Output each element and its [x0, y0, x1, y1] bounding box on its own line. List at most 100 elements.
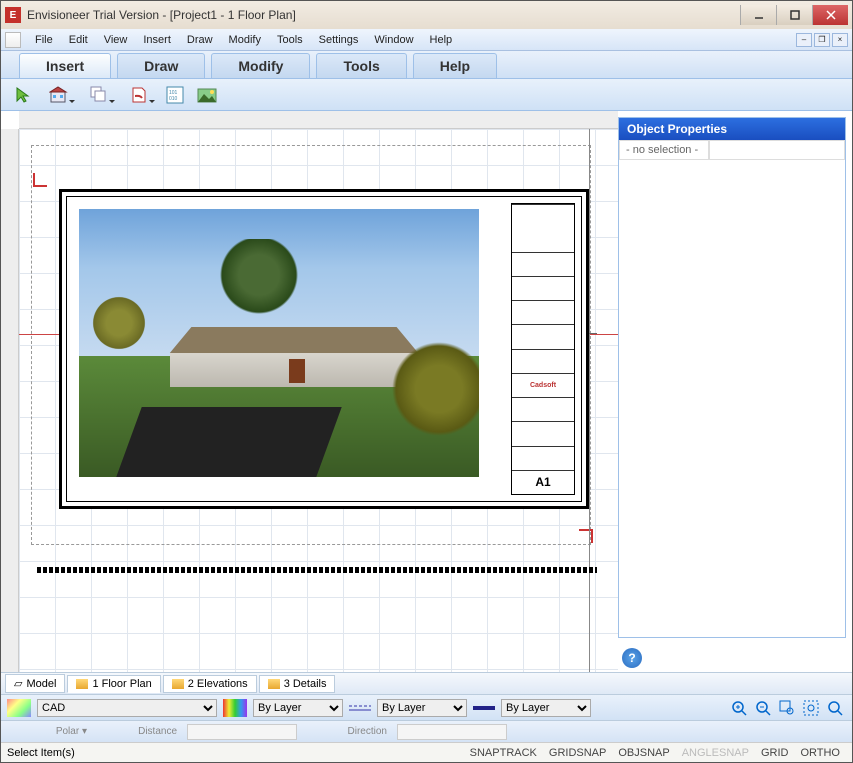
tree-icon [389, 329, 479, 449]
menu-edit[interactable]: Edit [61, 32, 96, 48]
statusbar: Select Item(s) SNAPTRACK GRIDSNAP OBJSNA… [1, 742, 852, 762]
menu-window[interactable]: Window [366, 32, 421, 48]
zoom-realtime-button[interactable] [824, 698, 846, 718]
polar-mode-label[interactable]: Polar ▾ [7, 726, 87, 737]
menu-insert[interactable]: Insert [135, 32, 179, 48]
color-swatch-icon[interactable] [223, 699, 247, 717]
tab-label: Model [26, 678, 56, 690]
menu-settings[interactable]: Settings [311, 32, 367, 48]
copy-tool[interactable] [81, 82, 117, 108]
menu-modify[interactable]: Modify [221, 32, 269, 48]
ruler-horizontal [19, 111, 618, 129]
window-title: Envisioneer Trial Version - [Project1 - … [27, 8, 740, 22]
pdf-tool[interactable] [121, 82, 157, 108]
titleblock-cell [512, 446, 574, 470]
maximize-button[interactable] [776, 5, 812, 25]
folder-icon [268, 679, 280, 689]
close-button[interactable] [812, 5, 848, 25]
titleblock-cell [512, 349, 574, 373]
mdi-restore-button[interactable]: ❐ [814, 33, 830, 47]
layer-select[interactable]: CAD [37, 699, 217, 717]
drawing-canvas[interactable]: Cadsoft A1 [1, 111, 618, 672]
titleblock-cell [512, 421, 574, 445]
direction-input[interactable] [397, 724, 507, 740]
snap-objsnap[interactable]: OBJSNAP [612, 747, 675, 759]
app-icon: E [5, 7, 21, 23]
property-value-cell [709, 140, 845, 160]
status-text: Select Item(s) [7, 747, 464, 759]
ruler-vertical [1, 129, 19, 672]
crosshair-vertical [589, 129, 590, 672]
ribbon-tab-draw[interactable]: Draw [117, 53, 205, 78]
tab-label: 3 Details [284, 678, 327, 690]
menu-draw[interactable]: Draw [179, 32, 221, 48]
mdi-minimize-button[interactable]: – [796, 33, 812, 47]
snap-gridsnap[interactable]: GRIDSNAP [543, 747, 612, 759]
ribbon-tab-help[interactable]: Help [413, 53, 497, 78]
mdi-close-button[interactable]: × [832, 33, 848, 47]
panel-header: Object Properties [619, 118, 845, 140]
coordinate-bar: Polar ▾ Distance Direction [1, 720, 852, 742]
dropdown-arrow-icon [149, 100, 155, 106]
select-tool[interactable] [9, 82, 37, 108]
ribbon-tabs: Insert Draw Modify Tools Help [1, 51, 852, 79]
direction-label: Direction [307, 726, 387, 737]
image-tool[interactable] [193, 82, 221, 108]
menu-help[interactable]: Help [422, 32, 461, 48]
sheet-border: Cadsoft A1 [66, 196, 582, 502]
folder-icon [76, 679, 88, 689]
view-tabs: ▱ Model 1 Floor Plan 2 Elevations 3 Deta… [1, 672, 852, 694]
ribbon-tab-tools[interactable]: Tools [316, 53, 406, 78]
layer-swatch-icon[interactable] [7, 699, 31, 717]
tab-elevations[interactable]: 2 Elevations [163, 675, 257, 693]
titlebar: E Envisioneer Trial Version - [Project1 … [1, 1, 852, 29]
document-icon [5, 32, 21, 48]
zoom-in-button[interactable] [728, 698, 750, 718]
color-select[interactable]: By Layer [253, 699, 343, 717]
zoom-window-button[interactable] [776, 698, 798, 718]
snap-snaptrack[interactable]: SNAPTRACK [464, 747, 543, 759]
scale-ticks [37, 567, 597, 573]
tree-icon [89, 293, 149, 353]
ribbon-tab-insert[interactable]: Insert [19, 53, 111, 78]
driveway [116, 407, 341, 477]
snap-anglesnap[interactable]: ANGLESNAP [676, 747, 755, 759]
titleblock-cell [512, 276, 574, 300]
crop-mark [33, 173, 47, 187]
titleblock-cell [512, 324, 574, 348]
dropdown-arrow-icon [109, 100, 115, 106]
help-button[interactable]: ? [622, 648, 642, 668]
tab-details[interactable]: 3 Details [259, 675, 336, 693]
snap-grid[interactable]: GRID [755, 747, 795, 759]
snap-ortho[interactable]: ORTHO [794, 747, 846, 759]
toolbar: 101010 [1, 79, 852, 111]
folder-icon [172, 679, 184, 689]
menu-view[interactable]: View [96, 32, 136, 48]
binary-tool[interactable]: 101010 [161, 82, 189, 108]
zoom-extents-button[interactable] [800, 698, 822, 718]
minimize-button[interactable] [740, 5, 776, 25]
menu-tools[interactable]: Tools [269, 32, 311, 48]
no-selection-label: - no selection - [619, 140, 709, 160]
building-tool[interactable] [41, 82, 77, 108]
drawing-sheet: Cadsoft A1 [59, 189, 589, 509]
tab-model[interactable]: ▱ Model [5, 674, 65, 693]
titleblock: Cadsoft A1 [511, 203, 575, 495]
menubar: File Edit View Insert Draw Modify Tools … [1, 29, 852, 51]
titleblock-cell [512, 300, 574, 324]
lineweight-select[interactable]: By Layer [501, 699, 591, 717]
ribbon-tab-modify[interactable]: Modify [211, 53, 310, 78]
tab-label: 1 Floor Plan [92, 678, 151, 690]
linetype-select[interactable]: By Layer [377, 699, 467, 717]
app-window: E Envisioneer Trial Version - [Project1 … [0, 0, 853, 763]
zoom-out-button[interactable] [752, 698, 774, 718]
dropdown-arrow-icon [69, 100, 75, 106]
menu-file[interactable]: File [27, 32, 61, 48]
door [289, 359, 305, 383]
distance-input[interactable] [187, 724, 297, 740]
3d-view [79, 209, 479, 477]
tab-floor-plan[interactable]: 1 Floor Plan [67, 675, 160, 693]
wall [170, 353, 418, 387]
lineweight-icon [473, 702, 495, 714]
object-properties-panel: Object Properties - no selection - [618, 117, 846, 638]
